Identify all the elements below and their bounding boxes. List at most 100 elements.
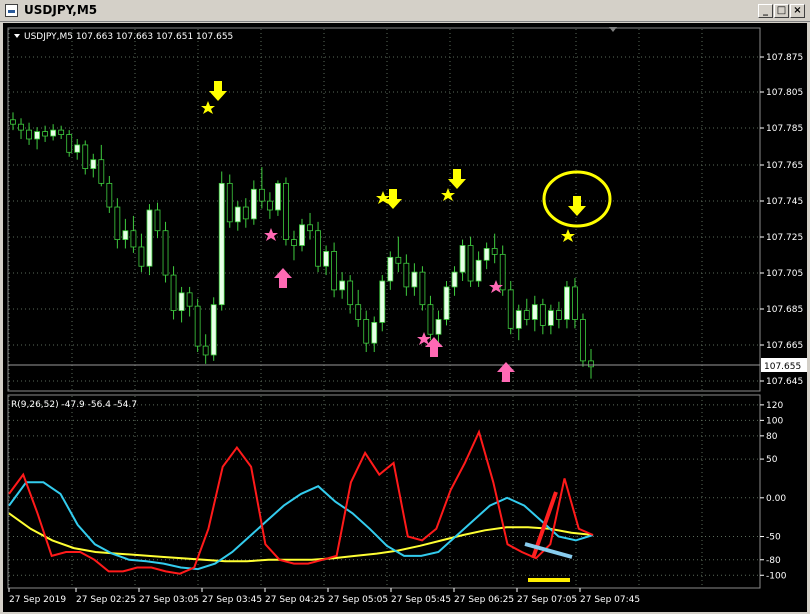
candle-body	[202, 345, 209, 356]
candle-body	[459, 245, 466, 273]
candle-body	[234, 206, 241, 223]
candle-body	[291, 239, 297, 246]
candle-body	[547, 310, 554, 326]
candle-body	[114, 206, 121, 240]
candle-body	[210, 304, 217, 356]
candle-body	[194, 305, 201, 347]
title-bar: USDJPY,M5 _ □ ×	[0, 0, 810, 22]
candle-body	[130, 230, 137, 248]
candle	[580, 313, 586, 367]
candle-body	[275, 182, 281, 211]
candle-body	[58, 129, 65, 135]
time-tick-label: 27 Sep 02:25	[76, 595, 136, 605]
candle-body	[170, 274, 177, 311]
candle-body	[106, 182, 113, 208]
candle	[162, 221, 169, 283]
indicator-tick-label: 0.00	[766, 494, 786, 504]
candle	[283, 177, 289, 246]
candle-body	[250, 188, 257, 220]
candle-body	[371, 322, 378, 344]
time-tick-label: 27 Sep 05:45	[391, 595, 451, 605]
candle-body	[467, 245, 474, 282]
candle-body	[242, 206, 249, 220]
candle-body	[178, 292, 185, 311]
indicator-tick-label: 120	[766, 401, 783, 411]
candle-body	[18, 123, 24, 131]
price-tick-label: 107.765	[766, 161, 803, 171]
candle-body	[363, 319, 370, 344]
candle-body	[539, 304, 546, 326]
candle-body	[154, 209, 161, 232]
candle-body	[315, 230, 321, 267]
candle-body	[475, 259, 482, 282]
indicator-tick-label: -100	[766, 571, 787, 581]
candle-body	[299, 224, 305, 246]
window-title: USDJPY,M5	[24, 3, 98, 17]
candle-body	[42, 131, 49, 137]
price-tick-label: 107.665	[766, 341, 803, 351]
candle-body	[411, 271, 418, 288]
candle-body	[34, 131, 40, 140]
candle-body	[146, 209, 153, 267]
price-tick-label: 107.805	[766, 88, 803, 98]
candle-body	[580, 319, 586, 362]
price-tick-label: 107.645	[766, 377, 803, 387]
candle-body	[98, 159, 105, 184]
candle-body	[162, 230, 169, 276]
chart-canvas[interactable]: USDJPY,M5 107.663 107.663 107.651 107.65…	[3, 23, 807, 612]
candle-body	[82, 144, 89, 169]
candle-body	[531, 304, 538, 320]
close-button[interactable]: ×	[790, 4, 805, 18]
candle-body	[395, 256, 402, 264]
candle-body	[266, 200, 273, 211]
candle-body	[515, 310, 522, 329]
price-tick-label: 107.745	[766, 197, 803, 207]
candle-body	[379, 280, 386, 323]
price-tick-label: 107.785	[766, 124, 803, 134]
indicator-header: R(9,26,52) -47.9 -56.4 -54.7	[11, 400, 137, 410]
candle-body	[66, 134, 73, 153]
candle-body	[347, 280, 354, 306]
candle	[194, 298, 201, 353]
time-tick-label: 27 Sep 06:25	[454, 595, 514, 605]
candle-body	[523, 310, 530, 320]
candle	[443, 281, 450, 326]
indicator-tick-label: -80	[766, 556, 781, 566]
candle-body	[283, 182, 289, 240]
indicator-tick-label: -50	[766, 533, 781, 543]
candle-body	[564, 286, 570, 320]
candle-body	[226, 182, 233, 223]
candle-body	[26, 129, 32, 140]
candle	[419, 266, 426, 311]
current-price-label: 107.655	[764, 362, 801, 372]
maximize-button[interactable]: □	[774, 4, 789, 18]
minimize-button[interactable]: _	[758, 4, 773, 18]
price-tick-label: 107.705	[766, 269, 803, 279]
candle-body	[483, 248, 490, 261]
time-tick-label: 27 Sep 2019	[9, 595, 66, 605]
candle-body	[427, 304, 434, 335]
candle-body	[443, 286, 450, 320]
chart-window-icon	[5, 4, 18, 17]
price-tick-label: 107.725	[766, 233, 803, 243]
price-tick-label: 107.875	[766, 53, 803, 63]
candle-body	[491, 248, 498, 255]
candle-body	[90, 159, 97, 169]
indicator-tick-label: 50	[766, 455, 778, 465]
candle-body	[122, 230, 129, 240]
price-tick-label: 107.685	[766, 305, 803, 315]
candle-body	[588, 360, 594, 368]
candle-body	[186, 292, 193, 307]
candle-body	[419, 271, 426, 306]
candle	[146, 204, 153, 276]
candle-body	[387, 256, 394, 282]
price-header: USDJPY,M5 107.663 107.663 107.651 107.65…	[24, 32, 233, 42]
candle-body	[307, 224, 313, 232]
candle-body	[50, 129, 57, 137]
time-tick-label: 27 Sep 07:05	[517, 595, 577, 605]
candle	[210, 297, 217, 361]
candle-body	[435, 319, 442, 335]
time-tick-label: 27 Sep 07:45	[580, 595, 640, 605]
indicator-tick-label: 80	[766, 432, 778, 442]
candle	[218, 171, 225, 311]
